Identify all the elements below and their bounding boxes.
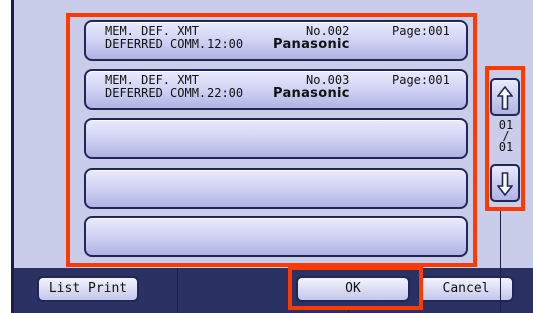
job-list-highlight-frame xyxy=(66,13,477,267)
scroll-controls-highlight-frame xyxy=(485,66,525,211)
ok-button-highlight-frame xyxy=(288,266,423,310)
screen-left-frame xyxy=(11,0,14,313)
list-print-button[interactable]: List Print xyxy=(37,276,139,302)
callout-line-job-list xyxy=(177,268,178,313)
callout-line-scroll xyxy=(500,211,501,313)
